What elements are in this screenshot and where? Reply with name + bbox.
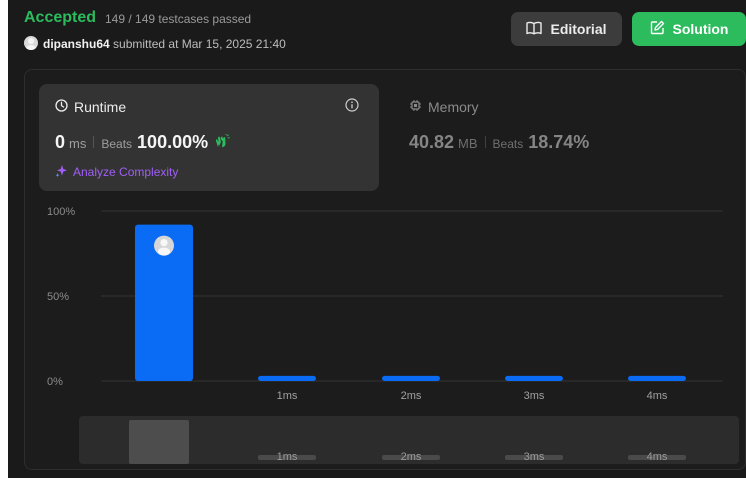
runtime-title: Runtime — [55, 99, 126, 115]
memory-values: 40.82 MB Beats 18.74% — [409, 132, 589, 153]
y-tick-label: 100% — [47, 206, 75, 218]
memory-beats-label: Beats — [492, 137, 524, 151]
runtime-unit: ms — [69, 136, 87, 151]
runtime-beats-label: Beats — [101, 137, 133, 151]
divider — [484, 136, 486, 148]
navigator-label: 1ms — [277, 451, 298, 463]
navigator-label: 2ms — [401, 451, 422, 463]
clock-icon — [55, 99, 68, 115]
x-tick-label: 2ms — [401, 390, 422, 402]
navigator-label: 4ms — [647, 451, 668, 463]
chip-icon — [409, 99, 422, 115]
x-tick-label: 1ms — [277, 390, 298, 402]
sparkle-icon — [55, 164, 68, 180]
memory-beats-value: 18.74% — [528, 132, 590, 152]
memory-value: 40.82 — [409, 132, 455, 152]
info-icon[interactable] — [345, 98, 359, 112]
chart-bar[interactable] — [628, 375, 686, 381]
navigator-label: 3ms — [524, 451, 545, 463]
solution-button[interactable]: Solution — [632, 12, 746, 46]
runtime-values: 0 ms Beats 100.00% — [55, 132, 230, 153]
memory-title[interactable]: Memory — [409, 99, 479, 115]
x-tick-label: 3ms — [524, 390, 545, 402]
runtime-value: 0 — [55, 132, 66, 152]
analyze-label: Analyze Complexity — [73, 165, 179, 179]
username[interactable]: dipanshu64 — [43, 37, 110, 51]
submission-result-page: Accepted 149 / 149 testcases passed dipa… — [8, 0, 746, 478]
editorial-label: Editorial — [550, 21, 607, 37]
runtime-beats-value: 100.00% — [137, 132, 209, 152]
divider — [93, 136, 95, 148]
submission-info: dipanshu64 submitted at Mar 15, 2025 21:… — [43, 37, 286, 51]
avatar-body — [158, 247, 170, 256]
solution-label: Solution — [672, 21, 729, 37]
performance-panel: 100% 50% 0% 1ms 2ms 3ms 4ms 1ms 2ms 3ms 4ms Runtim… — [24, 69, 746, 470]
runtime-card[interactable]: Runtime 0 ms Beats 100.00% Analyze Compl… — [39, 84, 379, 191]
chart-bar[interactable] — [382, 375, 440, 381]
status-title: Accepted — [24, 9, 97, 26]
memory-unit: MB — [458, 136, 478, 151]
book-icon — [526, 21, 543, 38]
y-tick-label: 50% — [47, 291, 69, 303]
editorial-button[interactable]: Editorial — [511, 12, 622, 46]
memory-label: Memory — [428, 99, 479, 115]
y-tick-label: 0% — [47, 376, 63, 388]
navigator-selection[interactable] — [129, 420, 189, 464]
avatar-head — [160, 239, 168, 247]
clap-icon — [214, 133, 230, 151]
edit-icon — [650, 20, 665, 38]
x-tick-label: 4ms — [647, 390, 668, 402]
avatar[interactable] — [24, 36, 38, 50]
runtime-label: Runtime — [74, 99, 127, 115]
submitted-at: submitted at Mar 15, 2025 21:40 — [113, 37, 286, 51]
testcases-passed: 149 / 149 testcases passed — [105, 12, 252, 26]
chart-bar[interactable] — [505, 375, 563, 381]
analyze-complexity-link[interactable]: Analyze Complexity — [55, 164, 178, 180]
chart-bar[interactable] — [258, 375, 316, 381]
